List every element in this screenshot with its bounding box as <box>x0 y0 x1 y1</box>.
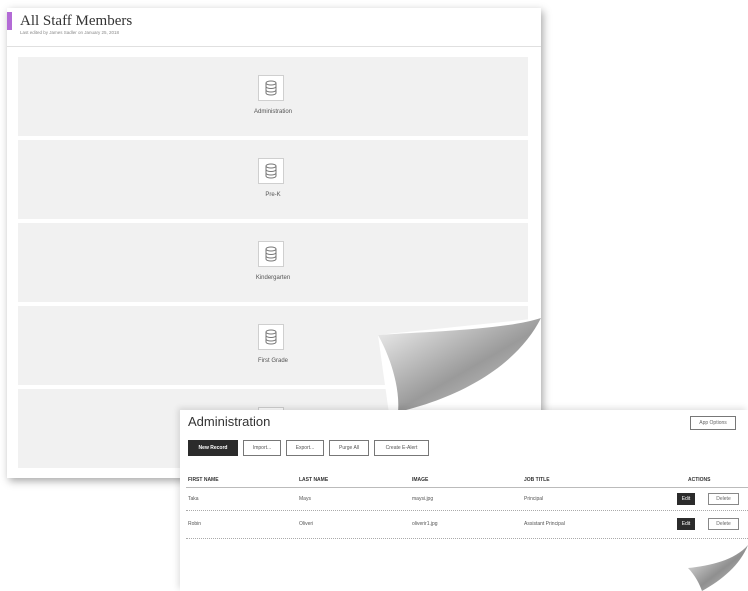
export-button[interactable]: Export... <box>286 440 324 456</box>
page-title: Administration <box>188 414 271 429</box>
column-header-first-name[interactable]: FIRST NAME <box>188 477 219 483</box>
cell-image: maysi.jpg <box>412 496 434 502</box>
cell-last-name: Oliveri <box>299 521 314 527</box>
category-tile-first-grade[interactable]: First Grade <box>18 306 528 385</box>
cell-first-name: Robin <box>188 521 202 527</box>
category-label: Kindergarten <box>255 275 291 281</box>
cell-job-title: Principal <box>524 496 544 502</box>
category-label: Pre-K <box>265 192 281 198</box>
accent-bar <box>7 12 12 30</box>
edit-button[interactable]: Edit <box>677 493 695 505</box>
purge-all-button[interactable]: Purge All <box>329 440 369 456</box>
edit-button[interactable]: Edit <box>677 518 695 530</box>
column-header-actions: ACTIONS <box>688 477 711 483</box>
row-divider <box>186 538 748 539</box>
column-header-image[interactable]: IMAGE <box>412 477 428 483</box>
create-e-alert-button[interactable]: Create E-Alert <box>374 440 429 456</box>
cell-last-name: Mays <box>299 496 311 502</box>
category-label: First Grade <box>257 358 288 364</box>
page-header: All Staff Members Last edited by James S… <box>7 8 541 47</box>
category-tile-pre-k[interactable]: Pre-K <box>18 140 528 219</box>
category-tile-kindergarten[interactable]: Kindergarten <box>18 223 528 302</box>
administration-page: Administration App Options New Record Im… <box>180 410 748 591</box>
delete-button[interactable]: Delete <box>708 493 739 505</box>
app-options-button[interactable]: App Options <box>690 416 736 430</box>
import-button[interactable]: Import... <box>243 440 281 456</box>
new-record-button[interactable]: New Record <box>188 440 238 456</box>
last-edited-note: Last edited by James Sadler on January 2… <box>20 30 120 35</box>
category-label: Administration <box>253 109 292 115</box>
column-header-last-name[interactable]: LAST NAME <box>299 477 328 483</box>
database-icon <box>258 324 284 350</box>
database-icon <box>258 241 284 267</box>
database-icon <box>258 75 284 101</box>
column-header-job-title[interactable]: JOB TITLE <box>524 477 550 483</box>
row-divider <box>186 510 748 511</box>
database-icon <box>258 158 284 184</box>
cell-job-title: Assistant Principal <box>524 521 565 527</box>
all-staff-page: All Staff Members Last edited by James S… <box>7 8 541 478</box>
delete-button[interactable]: Delete <box>708 518 739 530</box>
page-title: All Staff Members <box>20 13 133 29</box>
cell-first-name: Taka <box>188 496 199 502</box>
category-tile-administration[interactable]: Administration <box>18 57 528 136</box>
cell-image: oliverir1.jpg <box>412 521 438 527</box>
table-header-divider <box>186 487 748 488</box>
